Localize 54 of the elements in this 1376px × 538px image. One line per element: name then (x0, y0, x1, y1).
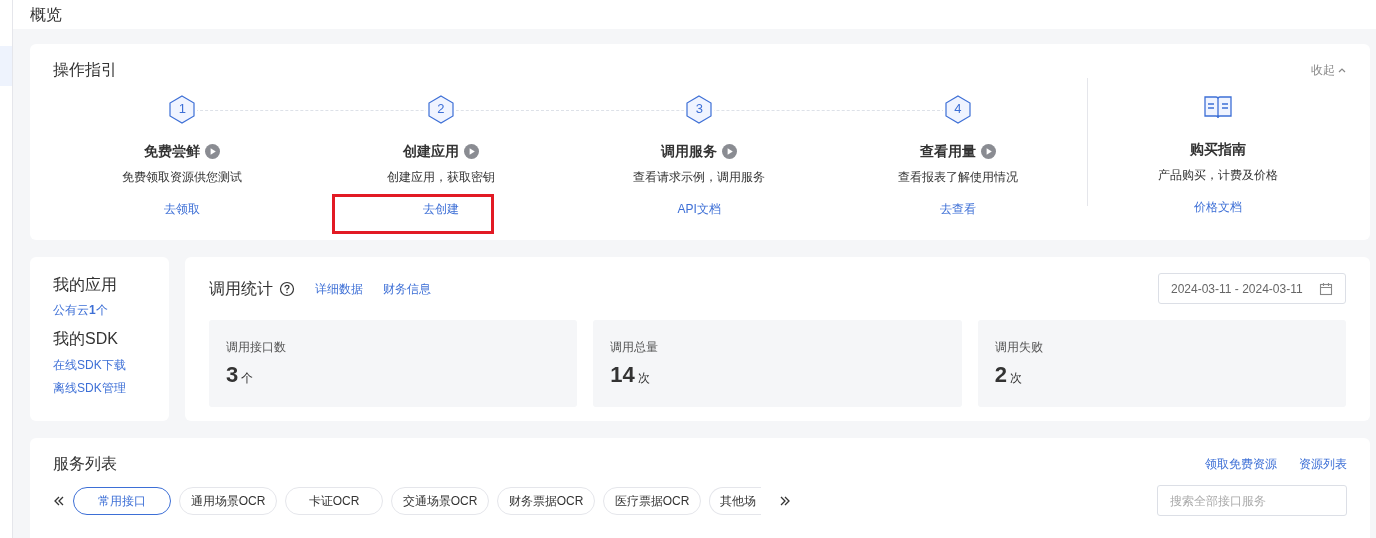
open-book-icon (1202, 94, 1233, 120)
help-icon[interactable] (279, 280, 295, 297)
calendar-icon (1319, 281, 1333, 296)
collapse-button[interactable]: 收起 (1311, 61, 1347, 79)
step-link[interactable]: 去领取 (164, 200, 201, 234)
step-description: 免费领取资源供您测试 (122, 169, 243, 186)
play-icon[interactable] (722, 144, 738, 159)
stat-value: 2 (994, 361, 1007, 389)
double-chevron-left-icon[interactable] (53, 494, 65, 507)
stat-label: 调用失败 (994, 339, 1044, 356)
section-title: 我的SDK (53, 329, 119, 349)
app-count-link[interactable]: 公有云1个 (53, 301, 146, 319)
play-icon[interactable] (980, 144, 996, 159)
step-link[interactable]: 去查看 (939, 200, 976, 234)
step-number: 4 (954, 100, 962, 119)
stat-unit: 个 (241, 370, 254, 387)
step-description: 产品购买，计费及价格 (1157, 167, 1278, 184)
services-link[interactable]: 资源列表 (1299, 455, 1347, 473)
step-link[interactable]: 去创建 (422, 200, 459, 231)
step-description: 查看报表了解使用情况 (897, 169, 1018, 186)
step-title: 购买指南 (1189, 140, 1246, 159)
section-title: 我的应用 (53, 275, 118, 295)
stat-label: 调用总量 (610, 339, 660, 356)
section-title: 操作指引 (53, 60, 117, 80)
section-title: 服务列表 (53, 454, 117, 474)
step-title: 免费尝鲜 (144, 142, 201, 161)
stat-unit: 次 (637, 370, 650, 387)
date-range-text: 2024-03-11 - 2024-03-11 (1171, 280, 1303, 298)
step-number: 2 (437, 100, 445, 119)
date-range-picker[interactable]: 2024-03-11 - 2024-03-11 (1158, 273, 1346, 304)
stat-value: 14 (610, 361, 635, 389)
step-title: 查看用量 (919, 142, 976, 161)
step-number: 3 (695, 100, 703, 119)
step-title: 调用服务 (661, 142, 718, 161)
play-icon[interactable] (205, 144, 221, 159)
stat-unit: 次 (1009, 370, 1022, 387)
step-link[interactable]: 价格文档 (1193, 198, 1242, 216)
stats-link[interactable]: 详细数据 (315, 279, 363, 298)
stats-link[interactable]: 财务信息 (383, 279, 431, 298)
step-link[interactable]: API文档 (677, 200, 721, 234)
search-field[interactable]: 搜索全部接口服务 (1157, 485, 1347, 516)
step-description: 创建应用，获取密钥 (386, 169, 495, 186)
step-number: 1 (178, 100, 186, 119)
step-title: 创建应用 (402, 142, 459, 161)
play-icon[interactable] (463, 144, 479, 159)
step-description: 查看请求示例，调用服务 (633, 169, 766, 186)
sdk-link[interactable]: 在线SDK下载 (53, 356, 146, 374)
services-link[interactable]: 领取免费资源 (1205, 455, 1277, 473)
sdk-link[interactable]: 离线SDK管理 (53, 379, 146, 397)
stat-value: 3 (226, 361, 239, 389)
section-title: 调用统计 (209, 278, 273, 299)
double-chevron-right-icon[interactable] (779, 494, 791, 507)
page-title: 概览 (30, 4, 62, 25)
stat-label: 调用接口数 (226, 339, 287, 356)
